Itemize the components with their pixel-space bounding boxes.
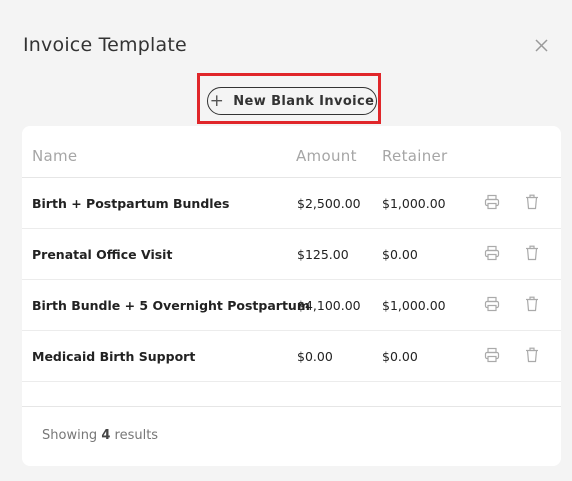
row-name: Birth + Postpartum Bundles [32, 196, 230, 211]
results-count: 4 [101, 428, 111, 443]
table-row: Birth Bundle + 5 Overnight Postpartum $4… [22, 280, 561, 331]
trash-icon[interactable] [524, 347, 540, 363]
new-blank-invoice-button[interactable]: + New Blank Invoice [207, 87, 377, 115]
plus-icon: + [209, 90, 225, 111]
row-amount: $0.00 [297, 349, 333, 364]
column-header-retainer: Retainer [382, 147, 448, 165]
printer-icon[interactable] [484, 296, 500, 312]
column-header-name: Name [32, 147, 78, 165]
new-blank-invoice-label: New Blank Invoice [233, 93, 375, 109]
trash-icon[interactable] [524, 245, 540, 261]
row-retainer: $0.00 [382, 247, 418, 262]
table-header: Name Amount Retainer [22, 126, 561, 178]
row-name: Prenatal Office Visit [32, 247, 173, 262]
modal-title: Invoice Template [23, 34, 187, 56]
table-row: Birth + Postpartum Bundles $2,500.00 $1,… [22, 178, 561, 229]
printer-icon[interactable] [484, 194, 500, 210]
row-amount: $2,500.00 [297, 196, 361, 211]
row-name: Birth Bundle + 5 Overnight Postpartum [32, 298, 310, 313]
printer-icon[interactable] [484, 245, 500, 261]
row-amount: $4,100.00 [297, 298, 361, 313]
invoice-table-card: Name Amount Retainer Birth + Postpartum … [22, 126, 561, 466]
column-header-amount: Amount [296, 147, 357, 165]
results-prefix: Showing [42, 428, 98, 443]
row-name: Medicaid Birth Support [32, 349, 196, 364]
row-retainer: $0.00 [382, 349, 418, 364]
invoice-template-modal: Invoice Template + New Blank Invoice Nam… [0, 0, 572, 481]
table-row: Prenatal Office Visit $125.00 $0.00 [22, 229, 561, 280]
printer-icon[interactable] [484, 347, 500, 363]
results-summary: Showing 4 results [42, 428, 158, 443]
table-end-divider [22, 382, 561, 407]
row-amount: $125.00 [297, 247, 349, 262]
trash-icon[interactable] [524, 296, 540, 312]
trash-icon[interactable] [524, 194, 540, 210]
table-row: Medicaid Birth Support $0.00 $0.00 [22, 331, 561, 382]
close-icon[interactable] [533, 37, 550, 54]
row-retainer: $1,000.00 [382, 196, 446, 211]
row-retainer: $1,000.00 [382, 298, 446, 313]
results-suffix: results [114, 428, 159, 443]
